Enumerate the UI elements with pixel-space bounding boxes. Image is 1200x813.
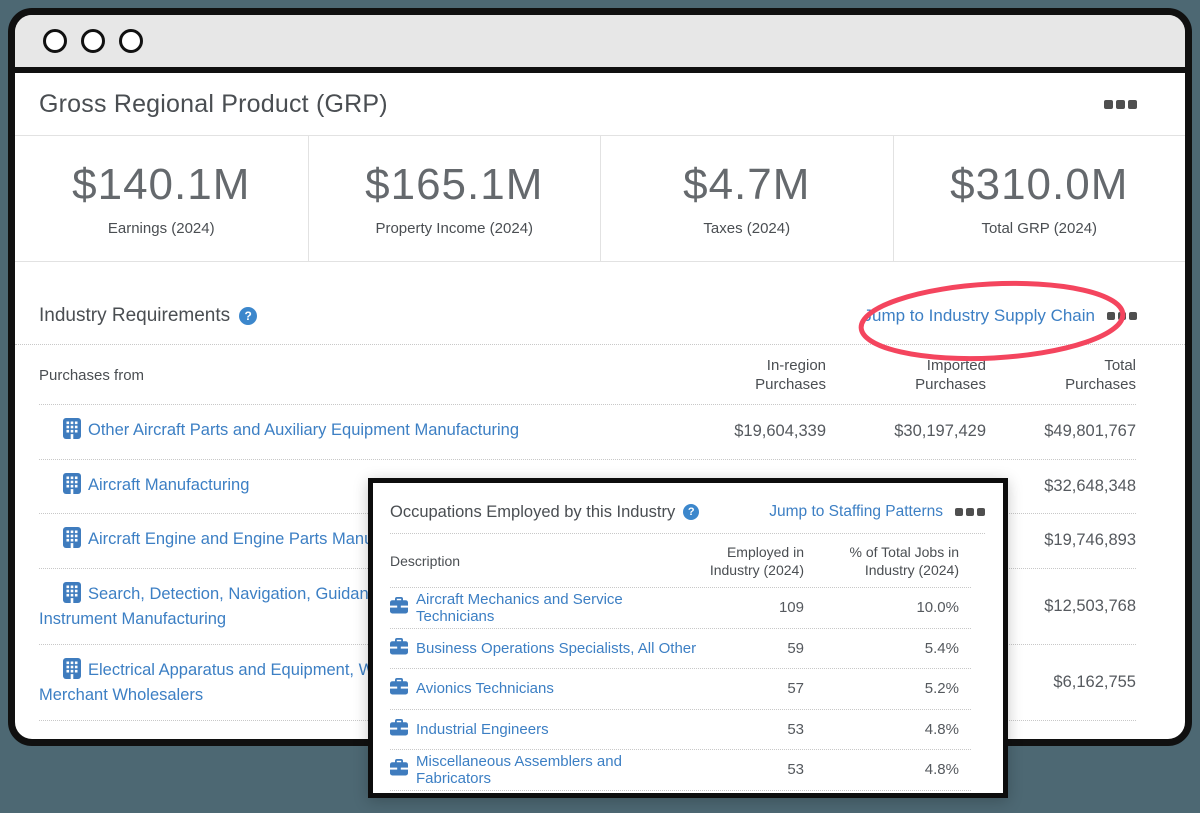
stat-label: Total GRP (2024) [981,220,1097,237]
total-value: $19,746,893 [986,531,1136,550]
stat-card: $4.7M Taxes (2024) [600,136,893,261]
employed-value: 109 [701,599,816,616]
column-header-pct: % of Total Jobs in Industry (2024) [816,543,971,579]
pct-value: 5.2% [816,680,971,697]
employed-value: 53 [701,761,816,778]
pct-value: 4.8% [816,761,971,778]
occupation-link[interactable]: Aircraft Mechanics and Service Technicia… [390,591,701,625]
building-icon [51,582,81,610]
window-control-button[interactable] [81,29,105,53]
grp-header: Gross Regional Product (GRP) [15,73,1185,136]
building-icon [51,473,81,501]
grp-stat-cards: $140.1M Earnings (2024) $165.1M Property… [15,136,1185,262]
stat-card: $310.0M Total GRP (2024) [893,136,1186,261]
ellipsis-menu-icon[interactable] [1104,100,1137,109]
page-title: Gross Regional Product (GRP) [39,90,388,119]
column-header-description: Description [390,552,701,570]
stat-card: $165.1M Property Income (2024) [308,136,601,261]
stat-value: $310.0M [950,160,1128,210]
occupation-link[interactable]: Business Operations Specialists, All Oth… [390,638,701,659]
panel-title: Occupations Employed by this Industry [390,503,675,522]
help-icon[interactable]: ? [239,307,257,325]
table-row: Business Operations Specialists, All Oth… [390,629,971,670]
table-row: Avionics Technicians 57 5.2% [390,669,971,710]
window-titlebar [15,15,1185,73]
table-header-row: Purchases from In-region Purchases Impor… [39,345,1136,405]
column-header-employed: Employed in Industry (2024) [701,543,816,579]
column-header-total: Total Purchases [986,356,1136,394]
occupations-table: Description Employed in Industry (2024) … [390,534,985,791]
briefcase-icon [390,597,408,618]
window-control-button[interactable] [43,29,67,53]
window-control-button[interactable] [119,29,143,53]
total-value: $6,162,755 [986,673,1136,692]
stat-value: $4.7M [683,160,810,210]
building-icon [51,418,81,446]
briefcase-icon [390,759,408,780]
stat-value: $165.1M [365,160,543,210]
jump-to-industry-supply-chain-link[interactable]: Jump to Industry Supply Chain [863,306,1095,326]
pct-value: 5.4% [816,640,971,657]
occupation-link[interactable]: Avionics Technicians [390,678,701,699]
occupation-link[interactable]: Miscellaneous Assemblers and Fabricators [390,753,701,787]
building-icon [51,658,81,686]
table-row: Aircraft Mechanics and Service Technicia… [390,588,971,629]
employed-value: 57 [701,680,816,697]
occupations-panel-header: Occupations Employed by this Industry ? … [390,496,985,528]
stat-label: Property Income (2024) [375,220,533,237]
industry-requirements-header: Industry Requirements ? Jump to Industry… [15,294,1185,338]
imported-value: $30,197,429 [826,422,986,441]
building-icon [51,527,81,555]
table-row: Industrial Engineers 53 4.8% [390,710,971,751]
section-title: Industry Requirements [39,305,230,327]
briefcase-icon [390,638,408,659]
help-icon[interactable]: ? [683,504,699,520]
briefcase-icon [390,719,408,740]
ellipsis-menu-icon[interactable] [955,508,985,516]
employed-value: 53 [701,721,816,738]
table-row: Other Aircraft Parts and Auxiliary Equip… [39,405,1136,460]
total-value: $49,801,767 [986,422,1136,441]
industry-link[interactable]: Other Aircraft Parts and Auxiliary Equip… [39,418,656,446]
employed-value: 59 [701,640,816,657]
desktop-background: Gross Regional Product (GRP) $140.1M Ear… [0,0,1200,813]
pct-value: 4.8% [816,721,971,738]
total-value: $32,648,348 [986,477,1136,496]
table-header-row: Description Employed in Industry (2024) … [390,534,971,588]
column-header-purchases-from: Purchases from [39,366,656,385]
stat-card: $140.1M Earnings (2024) [15,136,308,261]
occupations-panel: Occupations Employed by this Industry ? … [368,478,1008,798]
column-header-in-region: In-region Purchases [656,356,826,394]
occupation-link[interactable]: Industrial Engineers [390,719,701,740]
stat-label: Taxes (2024) [703,220,790,237]
briefcase-icon [390,678,408,699]
stat-value: $140.1M [72,160,250,210]
column-header-imported: Imported Purchases [826,356,986,394]
total-value: $12,503,768 [986,597,1136,616]
ellipsis-menu-icon[interactable] [1107,312,1137,320]
jump-to-staffing-patterns-link[interactable]: Jump to Staffing Patterns [769,503,943,521]
pct-value: 10.0% [816,599,971,616]
in-region-value: $19,604,339 [656,422,826,441]
stat-label: Earnings (2024) [108,220,215,237]
table-row: Miscellaneous Assemblers and Fabricators… [390,750,971,791]
